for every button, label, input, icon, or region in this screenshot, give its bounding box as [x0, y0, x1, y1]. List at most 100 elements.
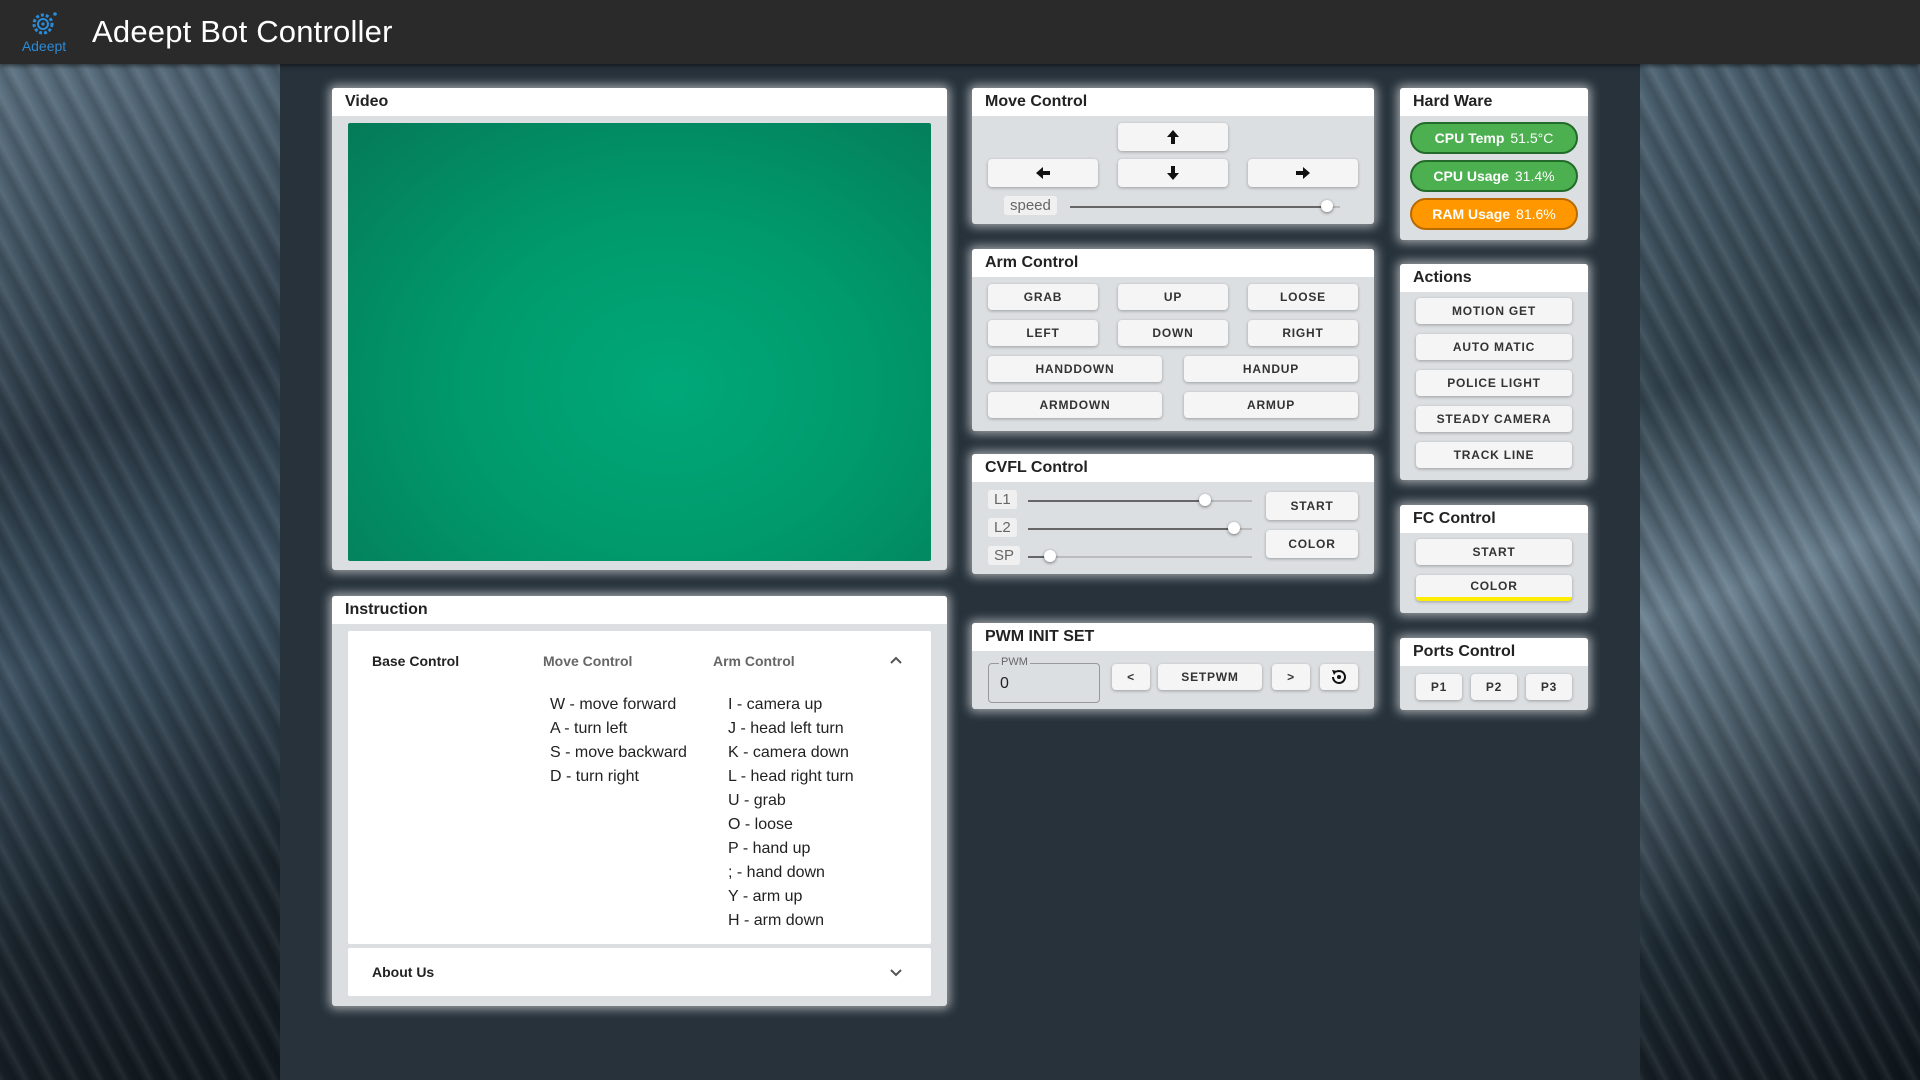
forward-button[interactable] [1118, 123, 1228, 151]
arm-key-item: ; - hand down [728, 864, 825, 881]
arm-key-item: L - head right turn [728, 768, 854, 785]
tab-arm-control[interactable]: Arm Control [713, 653, 795, 669]
arrow-down-icon [1167, 166, 1179, 180]
pwm-next-button[interactable]: > [1272, 664, 1310, 690]
right-button[interactable] [1248, 159, 1358, 187]
move-key-item: D - turn right [550, 768, 639, 785]
port-p3-button[interactable]: P3 [1526, 674, 1572, 700]
cpu-temp-value: 51.5°C [1510, 130, 1554, 146]
adeept-logo: Adeept [14, 2, 74, 62]
pwm-panel: PWM INIT SET PWM 0 < SETPWM > [972, 623, 1374, 709]
arm-key-item: I - camera up [728, 696, 823, 713]
steady-camera-button[interactable]: STEADY CAMERA [1416, 406, 1572, 432]
loose-button[interactable]: LOOSE [1248, 284, 1358, 310]
hardware-panel: Hard Ware CPU Temp 51.5°C CPU Usage 31.4% … [1400, 88, 1588, 240]
actions-title: Actions [1400, 264, 1588, 292]
reset-icon [1332, 670, 1346, 684]
arm-left-button[interactable]: LEFT [988, 320, 1098, 346]
pwm-field[interactable]: PWM 0 [988, 656, 1100, 703]
l2-slider-thumb[interactable] [1228, 522, 1240, 534]
grab-button[interactable]: GRAB [988, 284, 1098, 310]
move-key-item: W - move forward [550, 696, 677, 713]
cvfl-control-title: CVFL Control [972, 454, 1374, 482]
l1-slider-thumb[interactable] [1199, 494, 1211, 506]
armdown-button[interactable]: ARMDOWN [988, 392, 1162, 418]
chevron-down-icon[interactable] [889, 968, 903, 978]
l1-slider-fill [1028, 500, 1205, 502]
cpu-temp-badge: CPU Temp 51.5°C [1410, 122, 1578, 154]
handdown-button[interactable]: HANDDOWN [988, 356, 1162, 382]
cpu-usage-badge: CPU Usage 31.4% [1410, 160, 1578, 192]
arrow-left-icon [1036, 167, 1050, 179]
cvfl-start-button[interactable]: START [1266, 492, 1358, 520]
hardware-title: Hard Ware [1400, 88, 1588, 116]
ports-control-title: Ports Control [1400, 638, 1588, 666]
fc-start-button[interactable]: START [1416, 539, 1572, 565]
port-p1-button[interactable]: P1 [1416, 674, 1462, 700]
l1-label: L1 [988, 490, 1017, 509]
arm-key-item: H - arm down [728, 912, 825, 929]
fc-control-title: FC Control [1400, 505, 1588, 533]
about-us-label: About Us [372, 964, 435, 980]
sp-label: SP [988, 546, 1021, 565]
chevron-up-icon[interactable] [889, 655, 903, 665]
tab-move-control[interactable]: Move Control [543, 653, 632, 669]
instruction-accordion: Base Control Move Control Arm Control W … [348, 631, 931, 944]
speed-slider[interactable] [1070, 200, 1340, 214]
arm-right-button[interactable]: RIGHT [1248, 320, 1358, 346]
pwm-field-value: 0 [1000, 675, 1009, 692]
move-key-item: A - turn left [550, 720, 628, 737]
armup-button[interactable]: ARMUP [1184, 392, 1358, 418]
cpu-usage-value: 31.4% [1514, 168, 1555, 184]
motion-get-button[interactable]: MOTION GET [1416, 298, 1572, 324]
pwm-prev-button[interactable]: < [1112, 664, 1150, 690]
arm-key-item: Y - arm up [728, 888, 803, 905]
l2-slider-fill [1028, 528, 1234, 530]
arm-up-small-button[interactable]: UP [1118, 284, 1228, 310]
arm-down-small-button[interactable]: DOWN [1118, 320, 1228, 346]
tab-base-control[interactable]: Base Control [372, 653, 459, 669]
speed-label: speed [1004, 196, 1057, 215]
fc-color-button[interactable]: COLOR [1416, 575, 1572, 601]
ram-usage-badge: RAM Usage 81.6% [1410, 198, 1578, 230]
left-button[interactable] [988, 159, 1098, 187]
actions-panel: Actions MOTION GET AUTO MATIC POLICE LIG… [1400, 264, 1588, 480]
ram-usage-value: 81.6% [1516, 206, 1556, 222]
speed-slider-thumb[interactable] [1321, 200, 1333, 212]
cpu-temp-label: CPU Temp [1434, 130, 1505, 146]
arm-key-item: P - hand up [728, 840, 811, 857]
setpwm-button[interactable]: SETPWM [1158, 664, 1262, 690]
backward-button[interactable] [1118, 159, 1228, 187]
gear-logo-icon [32, 11, 57, 34]
arm-key-item: K - camera down [728, 744, 849, 761]
move-key-list: W - move forward A - turn left S - move ba… [550, 693, 687, 789]
pwm-field-label: PWM [999, 656, 1030, 668]
track-line-button[interactable]: TRACK LINE [1416, 442, 1572, 468]
cvfl-color-button[interactable]: COLOR [1266, 530, 1358, 558]
handup-button[interactable]: HANDUP [1184, 356, 1358, 382]
move-control-panel: Move Control speed [972, 88, 1374, 224]
arm-key-item: U - grab [728, 792, 786, 809]
about-us-row[interactable]: About Us [348, 948, 931, 996]
video-title: Video [332, 88, 947, 116]
arm-control-title: Arm Control [972, 249, 1374, 277]
auto-matic-button[interactable]: AUTO MATIC [1416, 334, 1572, 360]
sp-slider-rail [1028, 556, 1252, 558]
background-left [0, 64, 280, 1080]
cpu-usage-label: CPU Usage [1433, 168, 1509, 184]
arm-key-item: O - loose [728, 816, 793, 833]
pwm-title: PWM INIT SET [972, 623, 1374, 651]
police-light-button[interactable]: POLICE LIGHT [1416, 370, 1572, 396]
l1-slider[interactable] [1028, 494, 1252, 508]
pwm-reset-button[interactable] [1320, 664, 1358, 690]
arrow-up-icon [1167, 130, 1179, 144]
l2-slider[interactable] [1028, 522, 1252, 536]
app-title: Adeept Bot Controller [92, 14, 393, 49]
arm-control-panel: Arm Control GRAB UP LOOSE LEFT DOWN RIGH… [972, 249, 1374, 431]
sp-slider[interactable] [1028, 550, 1252, 564]
move-key-item: S - move backward [550, 744, 687, 761]
instruction-panel: Instruction Base Control Move Control Ar… [332, 596, 947, 1006]
port-p2-button[interactable]: P2 [1471, 674, 1517, 700]
sp-slider-thumb[interactable] [1044, 550, 1056, 562]
ram-usage-label: RAM Usage [1432, 206, 1511, 222]
